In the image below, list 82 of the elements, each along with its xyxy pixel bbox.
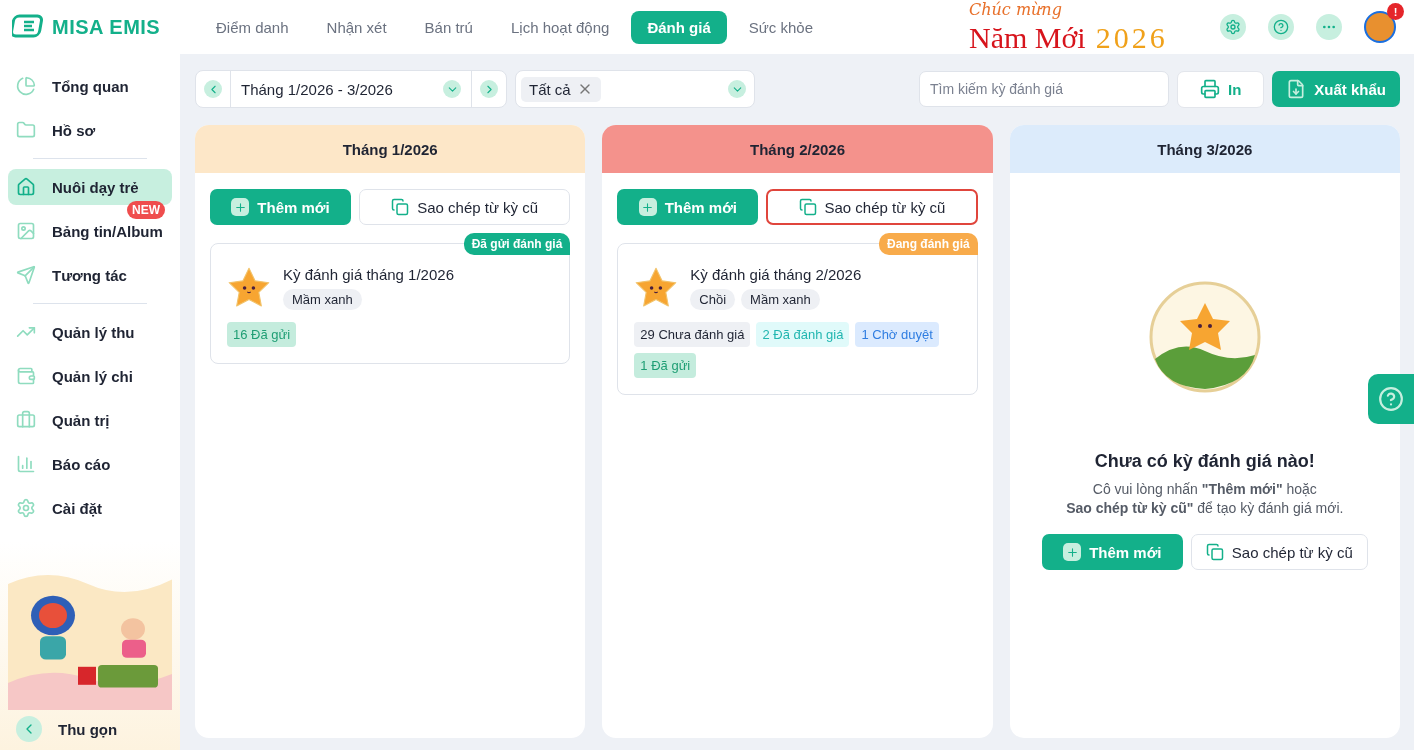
settings-icon [16,498,36,518]
plus-icon [638,198,657,216]
notification-badge: ! [1387,3,1404,20]
nav-tab[interactable]: Lịch hoạt động [494,10,626,44]
sidebar-item[interactable]: Quản lý chi [8,358,172,394]
class-tag: Mầm xanh [283,289,362,310]
sidebar-label: Bảng tin/Album [52,222,163,240]
nav-tab[interactable]: Điểm danh [200,10,305,44]
search-field[interactable]: Tìm kiếm kỳ đánh giá [918,71,1169,107]
sidebar-label: Quản trị [52,411,110,429]
count-tag: 1 Đã gửi [634,353,697,378]
sidebar-item[interactable]: Nuôi dạy trẻ [8,169,172,205]
empty-hint: Cô vui lòng nhấn "Thêm mới" hoặc Sao chép từ kỳ cũ" để tạo kỳ đánh giá mới. [1066,480,1344,518]
count-tag: 29 Chưa đánh giá [634,322,751,347]
sidebar-item[interactable]: Tương tác [8,257,172,293]
settings-icon[interactable] [1220,14,1246,40]
filter-tag[interactable]: Tất cả [521,76,601,102]
banner-title: Năm Mới [969,20,1086,55]
nav-tab[interactable]: Nhận xét [310,10,403,44]
star-mascot-icon [634,266,679,310]
banner-greeting: Chúc mừng [969,0,1062,19]
copy-previous-button[interactable]: Sao chép từ kỳ cũ [1190,534,1368,570]
count-tag: 1 Chờ duyệt [855,322,939,347]
next-button[interactable] [480,80,498,98]
sidebar-item[interactable]: Hồ sơ [8,112,172,148]
sidebar-item[interactable]: Báo cáo [8,446,172,482]
nav-tab[interactable]: Bán trú [408,10,489,44]
house-icon [16,177,36,197]
folder-icon [16,120,36,140]
card-title: Kỳ đánh giá tháng 2/2026 [690,266,862,283]
sidebar-item[interactable]: Cài đặt [8,490,172,526]
previous-button[interactable] [204,80,222,98]
class-tag: Chồi [690,289,736,310]
collapse-button[interactable]: Thu gọn [8,710,172,750]
sidebar-label: Hồ sơ [52,121,96,139]
column-header: Tháng 3/2026 [1009,125,1400,173]
plus-icon [231,198,250,216]
copy-previous-button[interactable]: Sao chép từ kỳ cũ [359,189,571,225]
chevron-left-icon [16,716,42,742]
sidebar-label: Tương tác [52,266,127,284]
image-icon [16,221,36,241]
help-icon[interactable] [1268,14,1294,40]
filter-select[interactable]: Tất cả [515,70,755,108]
empty-heading: Chưa có kỳ đánh giá nào! [1094,451,1315,472]
brand-name: MISA EMIS [52,15,161,39]
class-tag: Mầm xanh [741,289,820,310]
sidebar-label: Quản lý chi [52,367,133,385]
column-header: Tháng 2/2026 [602,125,993,173]
collapse-label: Thu gọn [58,720,118,738]
chevron-down-icon [443,80,461,98]
copy-previous-button[interactable]: Sao chép từ kỳ cũ [766,189,978,225]
card-title: Kỳ đánh giá tháng 1/2026 [283,266,454,283]
sidebar-item[interactable]: Quản trị [8,402,172,438]
count-tag: 16 Đã gửi [227,322,297,347]
wallet-icon [16,366,36,386]
sidebar-label: Tổng quan [52,77,129,95]
sidebar-item[interactable]: Quản lý thu [8,314,172,350]
avatar[interactable] [1364,11,1396,43]
file-download-icon [1286,79,1307,99]
help-button[interactable] [1368,374,1414,424]
more-icon[interactable] [1316,14,1342,40]
sidebar-label: Quản lý thu [52,323,135,341]
nav-tab[interactable]: Sức khỏe [732,10,829,44]
sidebar-item[interactable]: Tổng quan [8,68,172,104]
count-tag: 2 Đã đánh giá [756,322,850,347]
sidebar-label: Báo cáo [52,455,111,473]
help-icon [1378,386,1404,412]
plus-icon [1063,543,1082,561]
sidebar-label: Cài đặt [52,499,102,517]
paper-plane-icon [16,265,36,285]
column-header: Tháng 1/2026 [195,125,586,173]
banner-year: 2026 [1095,20,1168,55]
status-badge: Đang đánh giá [879,233,978,255]
star-mascot-icon [227,266,271,310]
printer-icon [1199,79,1220,99]
briefcase-icon [16,410,36,430]
status-badge: Đã gửi đánh giá [463,233,571,255]
new-badge: NEW [127,201,165,219]
pie-chart-icon [16,76,36,96]
sidebar-label: Nuôi dạy trẻ [52,178,139,196]
chevron-down-icon [728,80,746,98]
bar-chart-icon [16,454,36,474]
